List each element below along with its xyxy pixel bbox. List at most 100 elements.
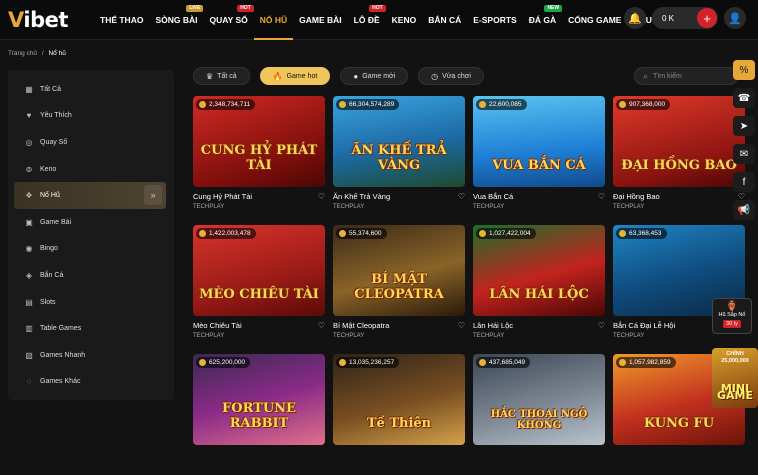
favorite-heart-icon[interactable]: ♡ [458,192,465,201]
game-art-title: ĐẠI HỒNG BAO [621,158,737,173]
bell-icon[interactable]: 🔔 [624,7,646,29]
game-card[interactable]: 437,685,049 HẮC THOẠI NGỘ KHÔNG [473,354,605,475]
favorite-heart-icon[interactable]: ♡ [318,192,325,201]
game-provider: TECHPLAY [473,333,505,339]
facebook-icon[interactable]: f [733,172,755,192]
game-name: Bí Mật Cleopatra [333,321,390,330]
jackpot-badge: 1,027,422,004 [476,228,536,239]
sidebar-item-1[interactable]: ♥ Yêu Thích [8,103,174,130]
sidebar-item-0[interactable]: ▦ Tất Cả [8,76,174,103]
game-provider: TECHPLAY [613,204,645,210]
game-thumbnail[interactable]: 66,304,574,289 ĂN KHẾ TRẢ VÀNG [333,96,465,187]
sidebar-item-9[interactable]: ▥ Table Games [8,315,174,342]
sidebar-item-3[interactable]: ⊚ Keno [8,156,174,183]
game-art-title: Tề Thiên [366,416,432,431]
sidebar-item-label: Table Games [40,325,82,333]
jackpot-badge: 13,035,236,257 [336,357,400,368]
other-games-icon: ◌ [26,377,32,387]
filter-tab-3[interactable]: ◷ Vừa chơi [418,67,484,85]
nav-item-8[interactable]: E-SPORTS [467,0,522,40]
nav-item-1[interactable]: SÒNG BÀI LIVE [149,0,204,40]
game-card[interactable]: 1,422,003,478 MÈO CHIÊU TÀI Mèo Chiêu Tài ♡… [193,225,325,346]
crown-icon: ♛ [206,71,214,81]
game-art-title: MÈO CHIÊU TÀI [199,287,319,302]
nav-item-10[interactable]: CỔNG GAME [562,0,627,40]
favorite-heart-icon[interactable]: ♡ [598,321,605,330]
game-name: Ăn Khế Trả Vàng [333,192,391,201]
game-thumbnail[interactable]: 13,035,236,257 Tề Thiên [333,354,465,445]
breadcrumb-separator: / [41,50,44,57]
breadcrumb-home[interactable]: Trang chủ [8,50,37,57]
sidebar-item-label: Games Khác [40,378,81,386]
mini-game-top: CHÍNH [726,351,744,357]
sidebar-item-6[interactable]: ◉ Bingo [8,236,174,263]
sidebar-item-label: Quay Số [40,138,68,146]
filter-tab-0[interactable]: ♛ Tất cả [193,67,250,85]
messenger-icon[interactable]: ✉ [733,144,755,164]
jackpot-soon-badge[interactable]: 🏺 Hũ Sắp Nổ 30 ty [712,298,752,334]
game-thumbnail[interactable]: 55,374,600 BÍ MẬT CLEOPATRA [333,225,465,316]
sidebar-item-5[interactable]: ▣ Game Bài [8,209,174,236]
sidebar-item-label: Tất Cả [40,85,62,93]
filter-tab-2[interactable]: ● Game mới [340,67,409,85]
right-rail: % ☎ ➤ ✉ f 📢 [730,60,758,220]
nav-badge: LIVE [186,4,204,12]
user-icon[interactable]: 👤 [724,7,746,29]
telegram-icon[interactable]: ➤ [733,116,755,136]
nav-item-6[interactable]: KENO [386,0,423,40]
sidebar-item-10[interactable]: ▧ Games Nhanh [8,342,174,369]
megaphone-icon[interactable]: 📢 [733,200,755,220]
nav-item-5[interactable]: LÔ ĐỀ HOT [348,0,386,40]
game-thumbnail[interactable]: 1,422,003,478 MÈO CHIÊU TÀI [193,225,325,316]
jackpot-value: 13,035,236,257 [349,359,395,366]
jackpot-badge: 55,374,600 [336,228,387,239]
jackpot-value: 1,422,003,478 [209,230,251,237]
game-thumbnail[interactable]: 907,368,000 ĐẠI HỒNG BAO [613,96,745,187]
nav-item-9[interactable]: ĐÁ GÀ NEW [523,0,563,40]
game-card[interactable]: 13,035,236,257 Tề Thiên [333,354,465,475]
game-thumbnail[interactable]: 625,200,000 FORTUNE RABBIT [193,354,325,445]
sidebar-item-8[interactable]: ▤ Slots [8,289,174,316]
game-card[interactable]: 2,348,734,711 CUNG HỶ PHÁT TÀI Cung Hỷ Phá… [193,96,325,217]
game-provider: TECHPLAY [193,204,225,210]
game-card[interactable]: 66,304,574,289 ĂN KHẾ TRẢ VÀNG Ăn Khế Trả … [333,96,465,217]
nav-item-3[interactable]: NỔ HŨ [253,0,294,40]
coin-icon [619,101,626,108]
vibet-logo[interactable]: Vibet [0,8,72,32]
sidebar-item-2[interactable]: ◎ Quay Số [8,129,174,156]
mini-game-widget[interactable]: CHÍNH 25,000,000 MINI GAME [712,348,758,408]
keno-icon: ⊚ [25,164,33,174]
game-thumbnail[interactable]: 1,027,422,004 LÂN HÁI LỘC [473,225,605,316]
game-card[interactable]: 55,374,600 BÍ MẬT CLEOPATRA Bí Mật Cleopat… [333,225,465,346]
sidebar-item-label: Bingo [40,245,58,253]
filter-tab-label: Game mới [362,72,396,80]
promo-icon[interactable]: % [733,60,755,80]
phone-icon[interactable]: ☎ [733,88,755,108]
game-thumbnail[interactable]: 437,685,049 HẮC THOẠI NGỘ KHÔNG [473,354,605,445]
game-name: Lân Hái Lộc [473,321,514,330]
coin-icon [479,230,486,237]
jackpot-value: 437,685,049 [489,359,526,366]
sidebar-item-4[interactable]: ❖ Nổ Hũ » [14,182,166,209]
nav-item-7[interactable]: BẮN CÁ [422,0,467,40]
deposit-button[interactable]: + [697,8,717,28]
favorite-heart-icon[interactable]: ♡ [318,321,325,330]
game-art-title: KUNG FU [643,416,715,431]
favorite-heart-icon[interactable]: ♡ [458,321,465,330]
nav-label: BẮN CÁ [428,14,462,25]
game-card[interactable]: 1,027,422,004 LÂN HÁI LỘC Lân Hái Lộc ♡ TECH… [473,225,605,346]
favorite-heart-icon[interactable]: ♡ [598,192,605,201]
nav-item-4[interactable]: GAME BÀI [293,0,348,40]
game-thumbnail[interactable]: 22,600,085 VUA BẮN CÁ [473,96,605,187]
filter-tab-1[interactable]: 🔥 Game hot [259,67,331,85]
jackpot-value: 66,304,574,289 [349,101,395,108]
game-card[interactable]: 625,200,000 FORTUNE RABBIT [193,354,325,475]
search-input[interactable]: ⌕ Tìm kiếm [634,67,738,85]
sidebar-item-11[interactable]: ◌ Games Khác [8,369,174,396]
game-thumbnail[interactable]: 2,348,734,711 CUNG HỶ PHÁT TÀI [193,96,325,187]
sidebar-item-7[interactable]: ◈ Bắn Cá [8,262,174,289]
game-card[interactable]: 907,368,000 ĐẠI HỒNG BAO Đại Hồng Bao ♡ TECH… [613,96,745,217]
nav-item-2[interactable]: QUAY SỐ HOT [203,0,254,40]
game-card[interactable]: 22,600,085 VUA BẮN CÁ Vua Bắn Cá ♡ TECHPLAY [473,96,605,217]
nav-item-0[interactable]: THỂ THAO [94,0,149,40]
